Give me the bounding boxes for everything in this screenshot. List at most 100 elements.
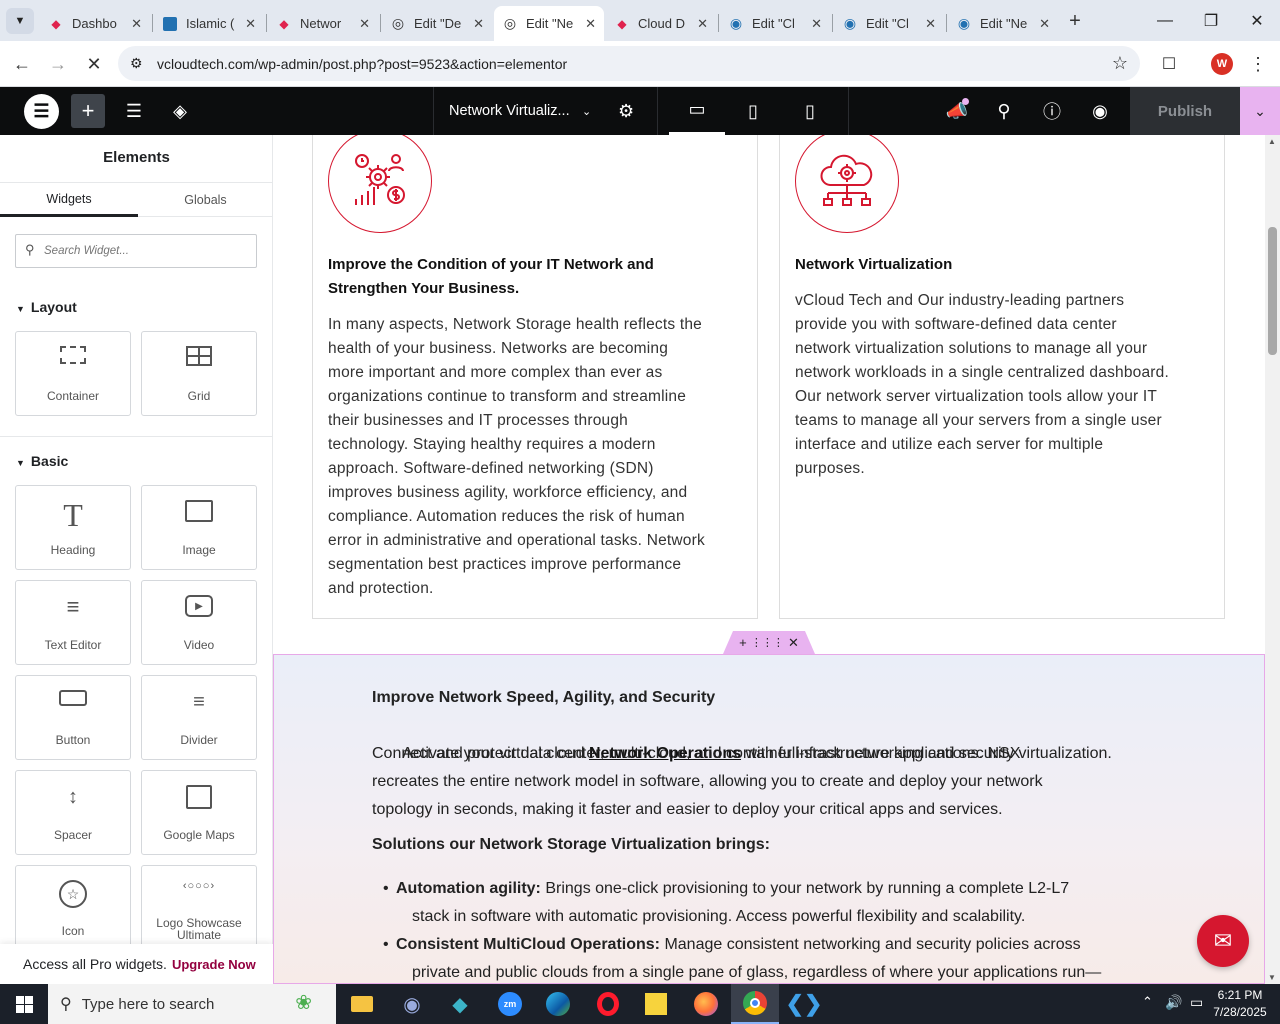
- drag-handle-icon[interactable]: ⋮⋮⋮: [751, 636, 784, 649]
- whats-new-button[interactable]: 📣: [940, 87, 974, 135]
- gear-icon[interactable]: ⚙: [618, 101, 634, 122]
- close-icon[interactable]: ✕: [925, 16, 936, 32]
- site-settings-button[interactable]: ☰: [118, 87, 150, 135]
- vscode-app[interactable]: ❮❯: [780, 984, 828, 1024]
- chrome-app[interactable]: [731, 984, 779, 1024]
- browser-tab-0[interactable]: ◆ Dashbo ✕: [40, 6, 150, 41]
- browser-tab-4[interactable]: ◎ Edit "Ne ✕: [494, 6, 604, 41]
- finder-button[interactable]: ⚲: [988, 87, 1020, 135]
- delete-section-icon[interactable]: ✕: [788, 635, 799, 651]
- volume-icon[interactable]: 🔊: [1165, 994, 1182, 1011]
- stop-button[interactable]: ✕: [80, 50, 108, 78]
- clock[interactable]: 6:21 PM 7/28/2025: [1210, 987, 1270, 1021]
- close-icon[interactable]: ✕: [697, 16, 708, 32]
- site-info-icon[interactable]: ⚙: [130, 55, 143, 72]
- add-section-icon[interactable]: +: [739, 635, 747, 650]
- page-dropdown[interactable]: Network Virtualiz... ⌄ ⚙: [433, 87, 658, 135]
- widget-container[interactable]: Container: [15, 331, 131, 416]
- publish-options-button[interactable]: ⌄: [1240, 87, 1280, 135]
- basic-section-header[interactable]: ▼ Basic: [16, 453, 68, 469]
- desktop-view-button[interactable]: ▭: [669, 87, 725, 135]
- diamond-icon: ◆: [617, 16, 627, 31]
- chat-widget-button[interactable]: ✉: [1197, 915, 1249, 967]
- forward-button[interactable]: →: [44, 50, 72, 78]
- close-window-button[interactable]: ✕: [1234, 0, 1280, 41]
- widget-icon[interactable]: ☆ Icon: [15, 865, 131, 944]
- scrollbar-thumb[interactable]: [1268, 227, 1277, 355]
- browser-tab-7[interactable]: ◉ Edit "Cl ✕: [834, 6, 944, 41]
- taskbar-search-placeholder: Type here to search: [81, 995, 215, 1013]
- chat-icon: ✉: [1213, 928, 1233, 953]
- zoom-app[interactable]: zm: [486, 984, 534, 1024]
- tablet-view-button[interactable]: ▯: [728, 87, 778, 135]
- close-icon[interactable]: ✕: [245, 16, 256, 32]
- paint-app[interactable]: ◉: [388, 984, 436, 1024]
- sticky-notes-app[interactable]: [632, 984, 680, 1024]
- column-right[interactable]: Network Virtualization vCloud Tech and O…: [779, 135, 1225, 619]
- canvas-scrollbar[interactable]: ▲ ▼: [1265, 135, 1280, 984]
- structure-button[interactable]: ◈: [164, 87, 196, 135]
- widget-search[interactable]: ⚲: [15, 234, 257, 268]
- close-icon[interactable]: ✕: [131, 16, 142, 32]
- section-handle[interactable]: + ⋮⋮⋮ ✕: [723, 631, 815, 654]
- preview-button[interactable]: ◉: [1084, 87, 1116, 135]
- widget-divider[interactable]: ≡ Divider: [141, 675, 257, 760]
- widget-video[interactable]: ▶ Video: [141, 580, 257, 665]
- widget-spacer[interactable]: ↕ Spacer: [15, 770, 131, 855]
- taskbar-search[interactable]: ⚲ Type here to search ❀: [48, 984, 336, 1024]
- widget-button[interactable]: Button: [15, 675, 131, 760]
- browser-tab-1[interactable]: Islamic ( ✕: [154, 6, 264, 41]
- scroll-up-icon[interactable]: ▲: [1268, 137, 1276, 146]
- close-icon[interactable]: ✕: [585, 16, 596, 32]
- firefox-app[interactable]: [682, 984, 730, 1024]
- tray-chevron-icon[interactable]: ⌃: [1142, 994, 1153, 1010]
- opera-app[interactable]: [584, 984, 632, 1024]
- mobile-view-button[interactable]: ▯: [785, 87, 835, 135]
- widget-google-maps[interactable]: Google Maps: [141, 770, 257, 855]
- widget-heading[interactable]: T Heading: [15, 485, 131, 570]
- wp-icon: ◉: [729, 15, 743, 31]
- close-icon[interactable]: ✕: [473, 16, 484, 32]
- browser-tab-8[interactable]: ◉ Edit "Ne ✕: [948, 6, 1058, 41]
- publish-button[interactable]: Publish: [1130, 87, 1240, 135]
- edge-app[interactable]: [534, 984, 582, 1024]
- back-button[interactable]: ←: [8, 50, 36, 78]
- help-button[interactable]: ⓘ: [1036, 87, 1068, 135]
- address-bar[interactable]: ⚙ vcloudtech.com/wp-admin/post.php?post=…: [118, 46, 1140, 81]
- elementor-logo-button[interactable]: ☰: [24, 94, 59, 129]
- close-icon[interactable]: ✕: [811, 16, 822, 32]
- tab-globals[interactable]: Globals: [138, 183, 273, 217]
- browser-menu-button[interactable]: ⋮: [1244, 50, 1272, 78]
- extensions-button[interactable]: ☐: [1155, 50, 1183, 78]
- left-text-line: more important and more complex than eve…: [328, 364, 663, 381]
- widget-image[interactable]: Image: [141, 485, 257, 570]
- upgrade-link[interactable]: Upgrade Now: [172, 957, 256, 972]
- new-tab-button[interactable]: +: [1062, 8, 1088, 34]
- app-diamond[interactable]: ◆: [436, 984, 484, 1024]
- widget-logo-showcase[interactable]: ‹○○○› Logo Showcase Ultimate: [141, 865, 257, 944]
- start-button[interactable]: [0, 984, 48, 1024]
- browser-tab-5[interactable]: ◆ Cloud D ✕: [606, 6, 716, 41]
- url-text[interactable]: vcloudtech.com/wp-admin/post.php?post=95…: [157, 56, 567, 72]
- widget-grid[interactable]: Grid: [141, 331, 257, 416]
- profile-avatar[interactable]: W: [1211, 53, 1233, 75]
- file-explorer-app[interactable]: [338, 984, 386, 1024]
- close-icon[interactable]: ✕: [359, 16, 370, 32]
- column-left[interactable]: Improve the Condition of your IT Network…: [312, 135, 758, 619]
- browser-tab-3[interactable]: ◎ Edit "De ✕: [382, 6, 492, 41]
- browser-tab-2[interactable]: ◆ Networ ✕: [268, 6, 378, 41]
- close-icon[interactable]: ✕: [1039, 16, 1050, 32]
- tab-search-button[interactable]: ▼: [6, 8, 34, 34]
- layout-section-header[interactable]: ▼ Layout: [16, 299, 77, 315]
- minimize-button[interactable]: —: [1142, 0, 1188, 41]
- widget-text-editor[interactable]: ≡ Text Editor: [15, 580, 131, 665]
- add-element-button[interactable]: +: [71, 94, 105, 128]
- star-icon[interactable]: ☆: [1112, 53, 1128, 74]
- browser-tab-6[interactable]: ◉ Edit "Cl ✕: [720, 6, 830, 41]
- restore-button[interactable]: ❐: [1188, 0, 1234, 41]
- scroll-down-icon[interactable]: ▼: [1268, 973, 1276, 982]
- tab-widgets[interactable]: Widgets: [0, 183, 138, 217]
- search-input[interactable]: [44, 241, 249, 261]
- section-network-speed[interactable]: Improve Network Speed, Agility, and Secu…: [273, 654, 1265, 984]
- network-icon[interactable]: ▭: [1190, 994, 1203, 1011]
